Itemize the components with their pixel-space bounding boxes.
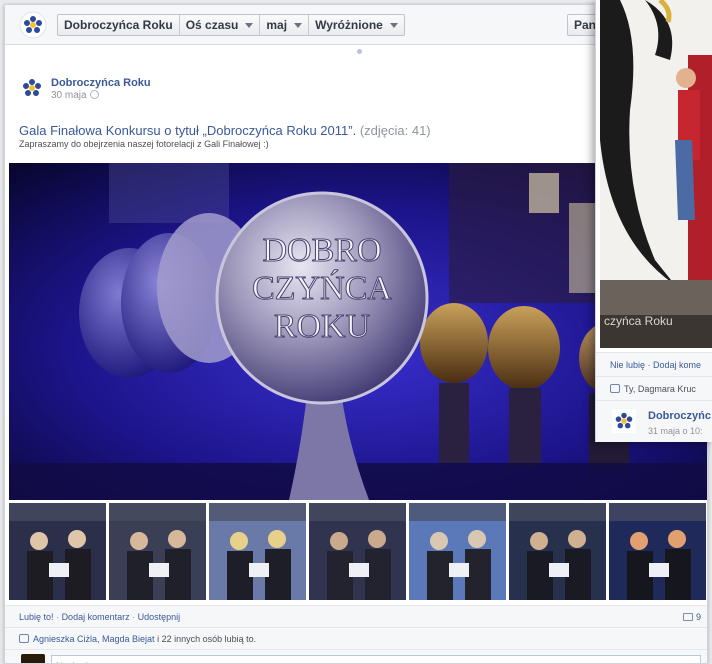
overlay-photo-caption: czyńca Roku — [604, 314, 673, 328]
likers-names[interactable]: Agnieszka Ciżla, Magda Biejat — [33, 634, 155, 644]
separator: · — [132, 612, 136, 622]
album-thumbnails — [9, 503, 707, 600]
overlay-comment: Dobroczyńc 31 maja o 10: — [596, 400, 712, 442]
album-thumbnail[interactable] — [609, 503, 706, 600]
share-link[interactable]: Udostępnij — [138, 612, 181, 622]
nav-button-label: Wyróżnione — [315, 18, 383, 32]
album-description: Zapraszamy do obejrzenia naszej fotorela… — [19, 139, 269, 149]
photo-count: (zdjęcia: 41) — [359, 123, 431, 138]
overlay-post-photo[interactable]: czyńca Roku — [600, 0, 712, 348]
thumbs-up-icon — [610, 384, 620, 393]
post-date-text[interactable]: 30 maja — [51, 90, 87, 101]
nav-button-label: Dobroczyńca Roku — [64, 18, 173, 32]
comments-count[interactable]: 9 — [682, 606, 701, 628]
separator: · — [56, 612, 60, 622]
nav-button-0[interactable]: Dobroczyńca Roku — [58, 15, 180, 35]
comment-bubble-icon — [682, 613, 693, 621]
nav-button-label: maj — [266, 18, 288, 32]
album-thumbnail[interactable] — [109, 503, 206, 600]
likes-rest: i 22 innych osób lubią to. — [154, 634, 257, 644]
overlay-page-avatar[interactable] — [612, 409, 636, 433]
album-thumbnail[interactable] — [9, 503, 106, 600]
like-link[interactable]: Lubię to! — [19, 612, 54, 622]
chevron-down-icon — [389, 22, 398, 28]
post-date[interactable]: 30 maja — [51, 90, 99, 101]
post-actions: Lubię to! · Dodaj komentarz · Udostępnij… — [5, 605, 707, 628]
nav-button-3[interactable]: Wyróżnione — [309, 15, 404, 35]
user-avatar — [21, 654, 45, 663]
album-title: Gala Finałowa Konkursu o tytuł „Dobroczy… — [19, 123, 431, 138]
album-title-link[interactable]: Gala Finałowa Konkursu o tytuł „Dobroczy… — [19, 123, 356, 138]
likes-summary: Agnieszka Ciżla, Magda Biejat i 22 innyc… — [5, 627, 707, 649]
post-author[interactable]: Dobroczyńca Roku — [51, 77, 151, 89]
overlay-likers[interactable]: Ty, Dagmara Kruc — [624, 384, 696, 394]
overlay-post-actions[interactable]: Nie lubię · Dodaj kome — [596, 352, 712, 376]
album-thumbnail[interactable] — [409, 503, 506, 600]
nav-button-2[interactable]: maj — [260, 15, 310, 35]
overlay-photo-image: czyńca Roku — [600, 0, 712, 348]
nav-button-1[interactable]: Oś czasu — [180, 15, 261, 35]
overlay-likes-summary: Ty, Dagmara Kruc — [596, 376, 712, 400]
chevron-down-icon — [245, 22, 254, 28]
timeline-marker — [357, 49, 362, 54]
comments-count-value: 9 — [695, 612, 701, 622]
overlay-comment-date[interactable]: 31 maja o 10: — [648, 426, 703, 436]
nav-button-label: Oś czasu — [185, 18, 239, 32]
page-avatar[interactable] — [19, 75, 45, 101]
comment-input[interactable] — [51, 655, 701, 663]
comment-link[interactable]: Dodaj komentarz — [62, 612, 130, 622]
hero-text-line-2: CZYŃCA — [252, 270, 392, 307]
globe-icon — [89, 90, 99, 99]
album-thumbnail[interactable] — [209, 503, 306, 600]
overlay-post-card: czyńca Roku Nie lubię · Dodaj kome Ty, D… — [595, 0, 712, 442]
hero-text-line-1: DOBRO — [262, 232, 381, 269]
hero-text-line-3: ROKU — [274, 308, 370, 345]
thumbs-up-icon — [19, 634, 29, 643]
comment-composer — [5, 649, 707, 663]
chevron-down-icon — [294, 22, 303, 28]
album-thumbnail[interactable] — [309, 503, 406, 600]
timeline-nav: Dobroczyńca Roku Oś czasu maj Wyróżnione — [57, 14, 405, 36]
page-logo[interactable] — [19, 11, 47, 39]
album-thumbnail[interactable] — [509, 503, 606, 600]
overlay-comment-author[interactable]: Dobroczyńc — [648, 410, 711, 422]
